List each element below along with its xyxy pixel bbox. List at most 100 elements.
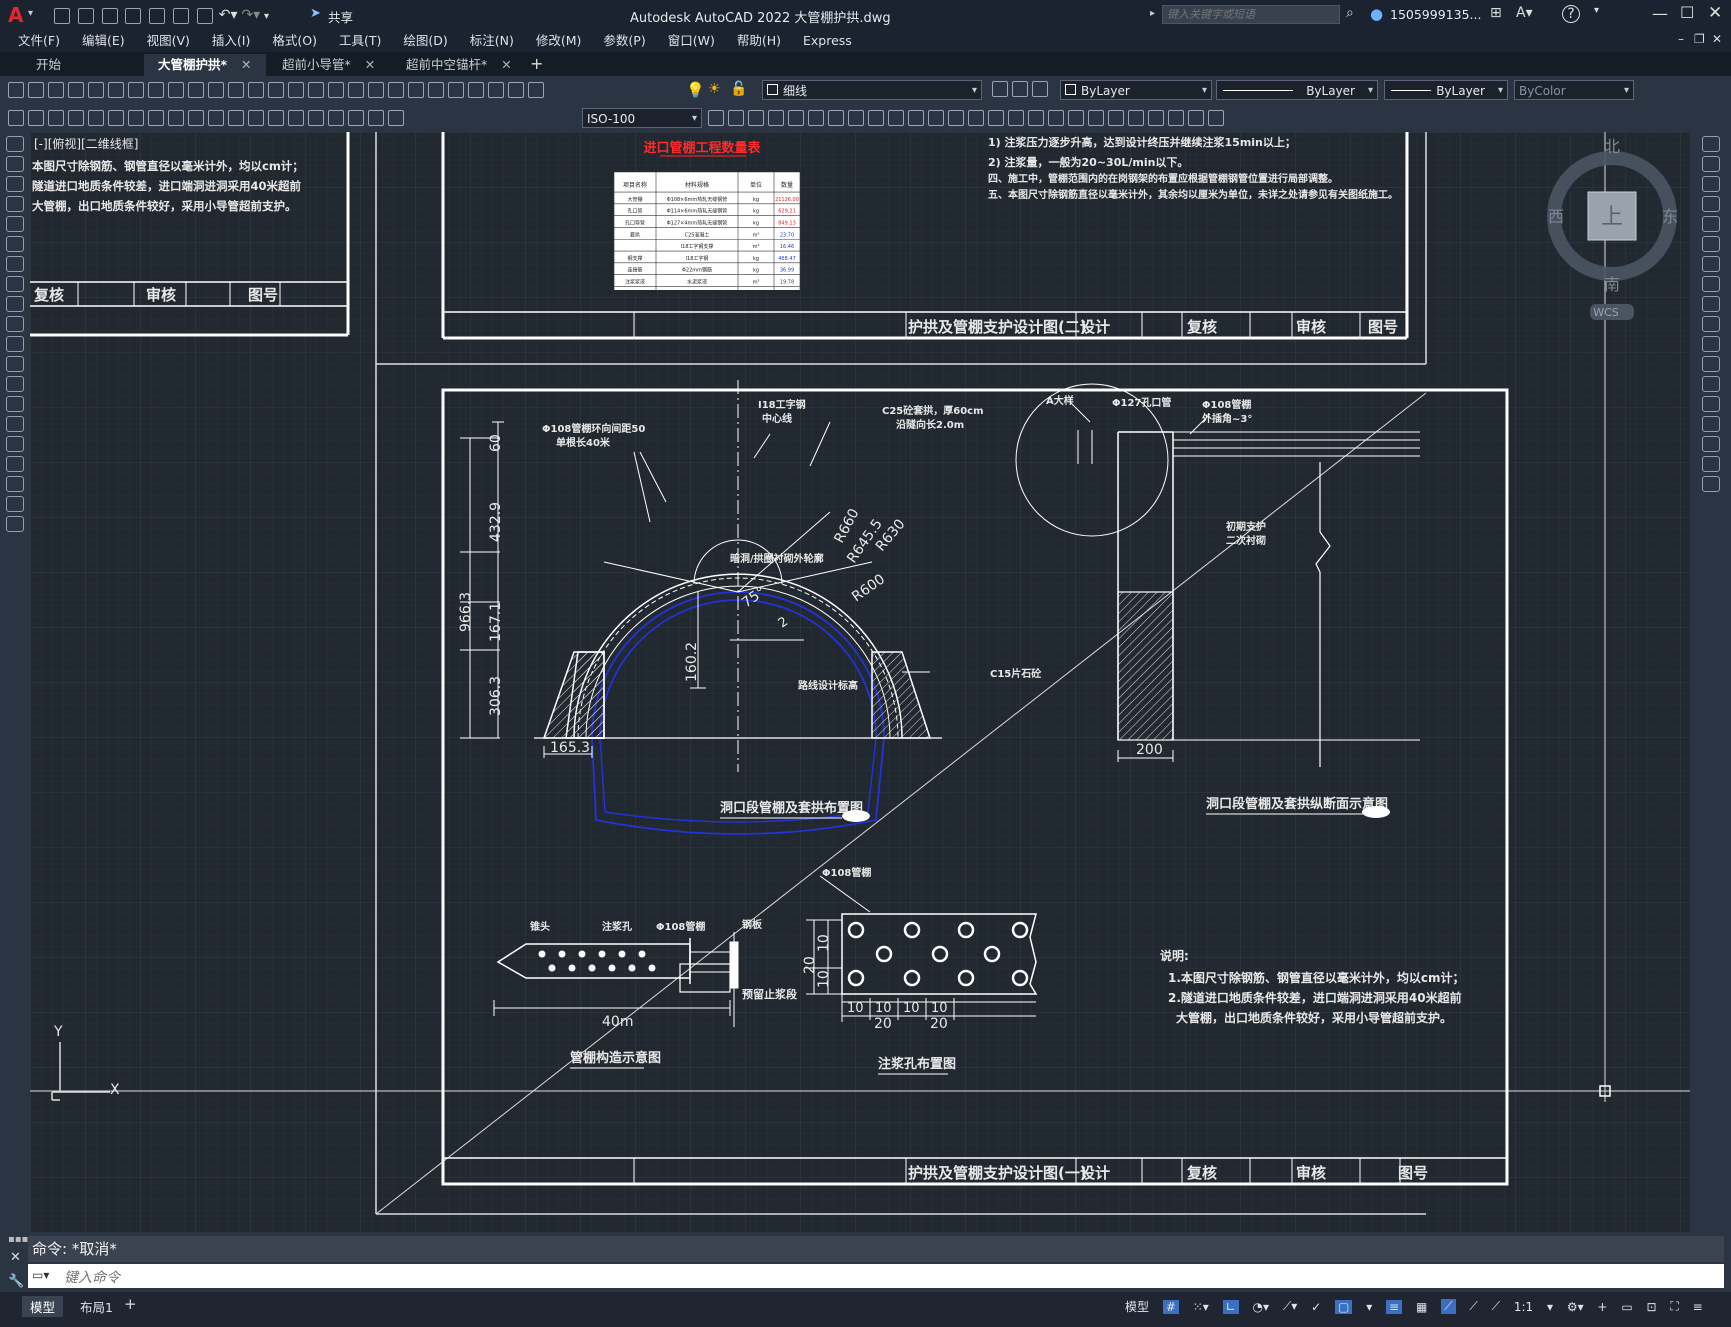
scale-dropdown-icon[interactable]: ▾	[1547, 1300, 1553, 1314]
clean-screen-icon[interactable]: ⛶	[1670, 1299, 1678, 1314]
command-prompt-icon[interactable]: ▭▾	[32, 1268, 49, 1282]
copy-obj-icon[interactable]	[1702, 156, 1720, 172]
design-center-icon[interactable]	[408, 82, 424, 98]
ucs-face-icon[interactable]	[928, 110, 944, 126]
join-icon[interactable]	[1702, 396, 1720, 412]
calc-icon[interactable]	[488, 82, 504, 98]
match-icon[interactable]	[208, 82, 224, 98]
plot-icon[interactable]	[68, 82, 84, 98]
dim-baseline-icon[interactable]	[188, 110, 204, 126]
match-layer-icon[interactable]	[1012, 81, 1028, 97]
layer-lock-icon[interactable]	[1188, 110, 1204, 126]
ucs-object-icon[interactable]	[948, 110, 964, 126]
logo-dropdown-icon[interactable]: ▾	[28, 8, 33, 19]
ucs-y-icon[interactable]	[1068, 110, 1084, 126]
minimize-icon[interactable]: —	[1652, 4, 1668, 23]
redo-icon[interactable]: ↷▾	[241, 7, 260, 23]
isodraft-icon[interactable]: ⟋▾	[1283, 1299, 1297, 1314]
extend-icon[interactable]	[1702, 336, 1720, 352]
inspect-icon[interactable]	[308, 110, 324, 126]
circle-icon[interactable]	[6, 256, 24, 272]
layer-off-icon[interactable]	[1148, 110, 1164, 126]
dim-radius-icon[interactable]	[88, 110, 104, 126]
model-space-button[interactable]: 模型	[1125, 1298, 1149, 1315]
properties-icon[interactable]	[388, 82, 404, 98]
command-input-row[interactable]: ▭▾	[28, 1264, 1724, 1288]
table-icon[interactable]	[6, 476, 24, 492]
drawing-canvas[interactable]: [-][俯视][二维线框] 复核 审核 图号 本图尺寸除钢筋、钢管直径以毫米计外…	[30, 132, 1690, 1232]
ucs-x-icon[interactable]	[1048, 110, 1064, 126]
workspace-gear-icon[interactable]: ⚙▾	[1567, 1300, 1584, 1314]
layer-freeze-icon[interactable]: ☀	[708, 81, 721, 97]
dim-text-edit-icon[interactable]	[368, 110, 384, 126]
publish-icon[interactable]	[108, 82, 124, 98]
array-icon[interactable]	[1702, 216, 1720, 232]
polygon-icon[interactable]	[6, 196, 24, 212]
ortho-icon[interactable]: ∟	[1222, 1299, 1239, 1314]
chamfer-icon[interactable]	[1702, 416, 1720, 432]
preview-icon[interactable]	[88, 82, 104, 98]
dim-ordinate-icon[interactable]	[68, 110, 84, 126]
jogged-linear-icon[interactable]	[328, 110, 344, 126]
polyline-icon[interactable]	[6, 156, 24, 172]
viewport-controls[interactable]: [-][俯视][二维线框]	[34, 136, 138, 151]
close-icon[interactable]: ✕	[1708, 3, 1722, 23]
viewcube-top[interactable]: 上	[1601, 205, 1623, 230]
doc-close-icon[interactable]: ✕	[1712, 32, 1722, 46]
doc-restore-icon[interactable]: ❐	[1694, 32, 1705, 46]
viewcube-west[interactable]: 西	[1548, 207, 1564, 226]
break-point-icon[interactable]	[1702, 356, 1720, 372]
redo-icon[interactable]	[288, 82, 304, 98]
tab-cqxdg[interactable]: 超前小导管* ✕	[268, 54, 389, 76]
layer-on-icon[interactable]: 💡	[686, 81, 705, 99]
maximize-icon[interactable]: ☐	[1680, 3, 1694, 22]
dim-quick-icon[interactable]	[168, 110, 184, 126]
layer-dropdown[interactable]: 细线 ▾	[762, 80, 982, 100]
tab-close-icon[interactable]: ✕	[241, 57, 251, 72]
layer-freeze-icon[interactable]	[1168, 110, 1184, 126]
zoom-realtime-icon[interactable]	[328, 82, 344, 98]
dim-update-icon[interactable]	[388, 110, 404, 126]
wcs-menu[interactable]: WCS	[1593, 306, 1619, 319]
view-bottom-icon[interactable]	[828, 110, 844, 126]
tool-palette-icon[interactable]	[428, 82, 444, 98]
plus-icon[interactable]: +	[1597, 1300, 1607, 1314]
help-icon[interactable]: ?	[1562, 5, 1580, 23]
offset-icon[interactable]	[1702, 196, 1720, 212]
line-icon[interactable]	[6, 136, 24, 152]
sheet-set-icon[interactable]	[448, 82, 464, 98]
customize-icon[interactable]: ≡	[1693, 1300, 1703, 1314]
3dprint-icon[interactable]	[128, 82, 144, 98]
erase-icon[interactable]	[1702, 136, 1720, 152]
plot-icon[interactable]	[196, 7, 213, 24]
ucs-origin-icon[interactable]	[988, 110, 1004, 126]
menu-item-5[interactable]: 工具(T)	[328, 30, 392, 52]
menu-item-1[interactable]: 编辑(E)	[71, 30, 136, 52]
share-button[interactable]: 共享	[328, 7, 353, 26]
lineweight-dropdown[interactable]: ByLayer ▾	[1384, 80, 1508, 100]
view-right-icon[interactable]	[788, 110, 804, 126]
menu-item-9[interactable]: 参数(P)	[592, 30, 656, 52]
save-icon[interactable]	[101, 7, 118, 24]
dim-angular-icon[interactable]	[148, 110, 164, 126]
ucs-previous-icon[interactable]	[908, 110, 924, 126]
arc-icon[interactable]	[6, 236, 24, 252]
viewcube-east[interactable]: 东	[1662, 207, 1678, 226]
hardware-accel-icon[interactable]: ⊡	[1646, 1300, 1656, 1314]
trim-icon[interactable]	[1702, 316, 1720, 332]
view-top-icon[interactable]	[808, 110, 824, 126]
dim-jogged-icon[interactable]	[108, 110, 124, 126]
osnap-icon[interactable]: ▢	[1335, 1299, 1353, 1314]
break-icon[interactable]	[1702, 376, 1720, 392]
dim-continue-icon[interactable]	[208, 110, 224, 126]
construction-line-icon[interactable]	[6, 176, 24, 192]
menu-item-11[interactable]: 帮助(H)	[726, 30, 792, 52]
hatch-icon[interactable]	[6, 416, 24, 432]
workspace-b-icon[interactable]	[1108, 110, 1124, 126]
menu-item-6[interactable]: 绘图(D)	[392, 30, 458, 52]
tab-model[interactable]: 模型	[22, 1296, 64, 1317]
view-front-icon[interactable]	[728, 110, 744, 126]
zoom-prev-icon[interactable]	[368, 82, 384, 98]
cart-icon[interactable]: ⊞	[1490, 5, 1502, 21]
tab-dgphg[interactable]: 大管棚护拱* ✕	[144, 54, 266, 76]
